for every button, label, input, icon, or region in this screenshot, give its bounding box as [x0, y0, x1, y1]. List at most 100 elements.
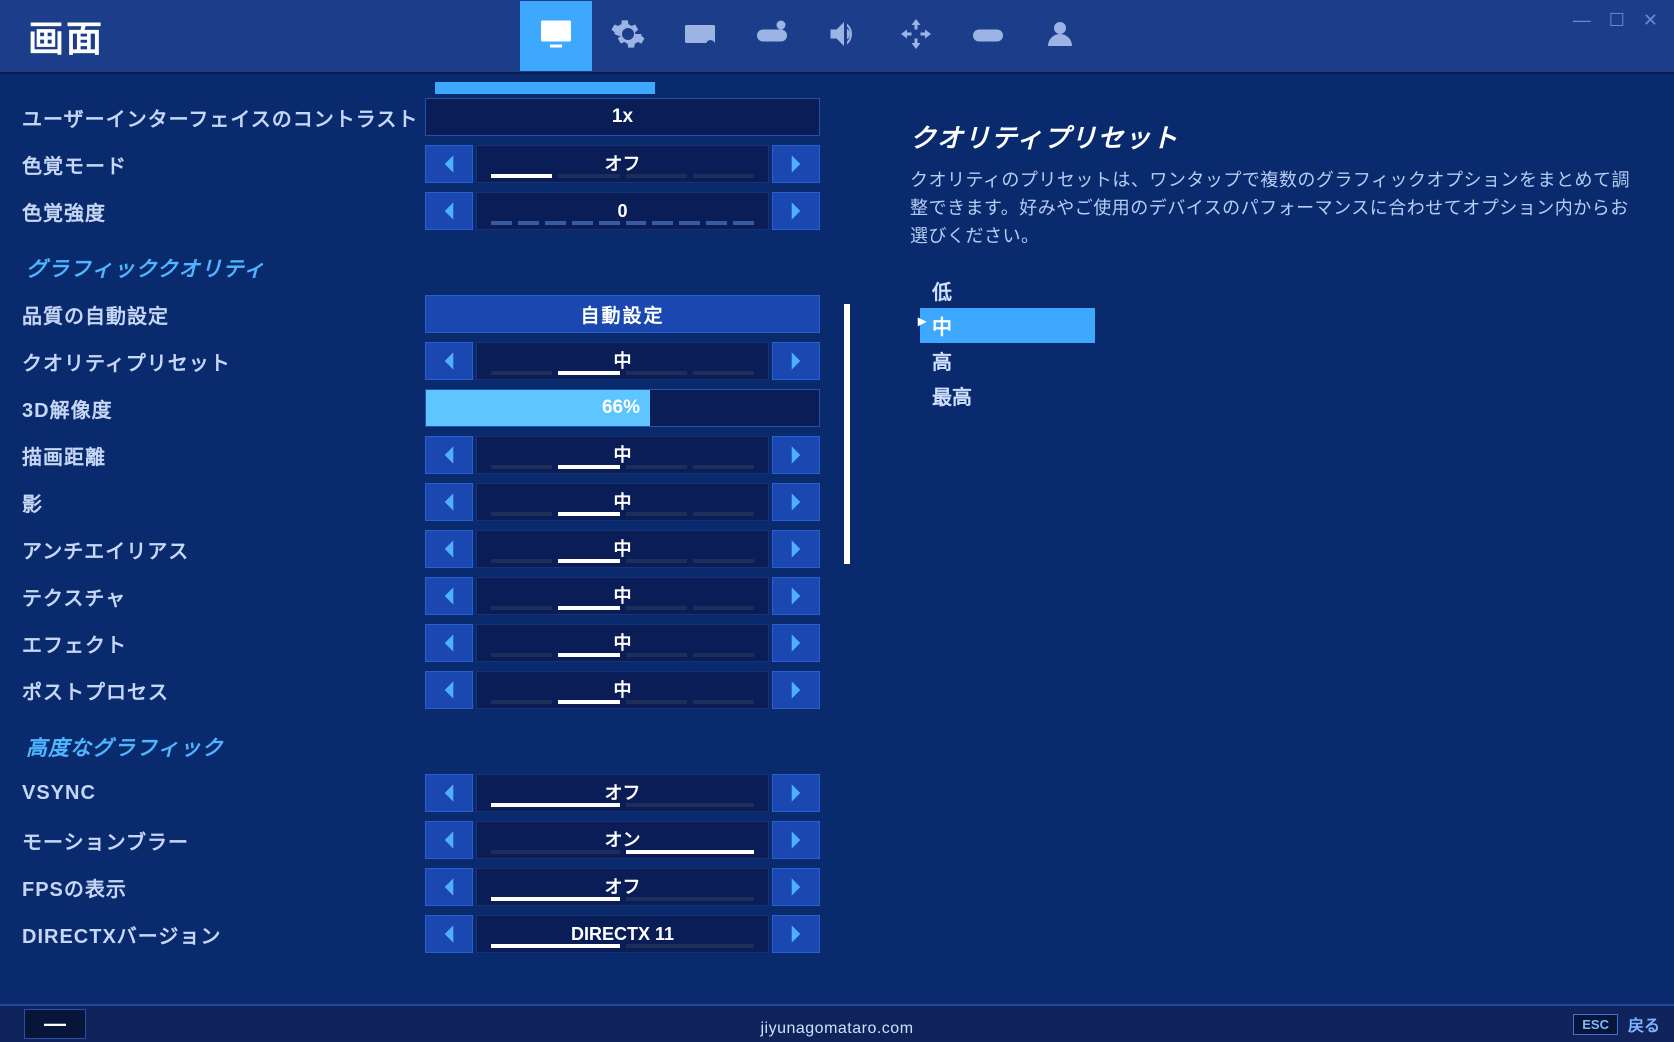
next-quality-preset[interactable]: [772, 342, 820, 380]
value-box-shadows[interactable]: 中: [476, 483, 769, 521]
value-box-vsync[interactable]: オフ: [476, 774, 769, 812]
maximize-button[interactable]: ☐: [1609, 10, 1625, 31]
label-color-mode: 色覚モード: [10, 150, 425, 179]
tab-controller[interactable]: [952, 1, 1024, 71]
label-anti-aliasing: アンチエイリアス: [10, 535, 425, 564]
window-controls: — ☐ ✕: [1557, 0, 1674, 41]
close-button[interactable]: ✕: [1643, 10, 1658, 31]
controller-gear-icon: [754, 16, 790, 57]
label-directx: DIRECTXバージョン: [10, 920, 425, 949]
prev-anti-aliasing[interactable]: [425, 530, 473, 568]
prev-color-mode[interactable]: [425, 145, 473, 183]
settings-tabs: [520, 1, 1096, 71]
row-motion-blur: モーションブラー オン: [10, 819, 842, 861]
tab-accessibility[interactable]: [880, 1, 952, 71]
prev-vsync[interactable]: [425, 774, 473, 812]
label-color-strength: 色覚強度: [10, 197, 425, 226]
value-box-textures[interactable]: 中: [476, 577, 769, 615]
row-textures: テクスチャ 中: [10, 575, 842, 617]
next-anti-aliasing[interactable]: [772, 530, 820, 568]
tab-keyboard-mouse[interactable]: [664, 1, 736, 71]
row-fps-display: FPSの表示 オフ: [10, 866, 842, 908]
row-3d-resolution: 3D解像度 66%: [10, 387, 842, 429]
value-box-color-strength[interactable]: 0: [476, 192, 769, 230]
label-ui-contrast: ユーザーインターフェイスのコントラスト: [10, 103, 425, 132]
value-box-color-mode[interactable]: オフ: [476, 145, 769, 183]
button-auto-set[interactable]: 自動設定: [425, 295, 820, 333]
label-3d-resolution: 3D解像度: [10, 394, 425, 423]
next-color-mode[interactable]: [772, 145, 820, 183]
footer-back[interactable]: ESC 戻る: [1573, 1012, 1660, 1036]
preset-option-list: 低 中 高 最高: [910, 273, 1644, 413]
value-box-directx[interactable]: DIRECTX 11: [476, 915, 769, 953]
next-post-process[interactable]: [772, 671, 820, 709]
next-directx[interactable]: [772, 915, 820, 953]
prev-view-distance[interactable]: [425, 436, 473, 474]
back-label: 戻る: [1628, 1012, 1660, 1036]
scrollbar[interactable]: [844, 84, 850, 1000]
value-box-quality-preset[interactable]: 中: [476, 342, 769, 380]
esc-key-hint: ESC: [1573, 1014, 1618, 1035]
tab-audio[interactable]: [808, 1, 880, 71]
cycle-color-mode: オフ: [425, 145, 820, 183]
prev-textures[interactable]: [425, 577, 473, 615]
value-box-effects[interactable]: 中: [476, 624, 769, 662]
next-shadows[interactable]: [772, 483, 820, 521]
settings-pane: ユーザーインターフェイスのコントラスト 1x 色覚モード オフ: [0, 74, 850, 1004]
prev-directx[interactable]: [425, 915, 473, 953]
prev-effects[interactable]: [425, 624, 473, 662]
next-color-strength[interactable]: [772, 192, 820, 230]
row-directx: DIRECTXバージョン DIRECTX 11: [10, 913, 842, 955]
value-box-anti-aliasing[interactable]: 中: [476, 530, 769, 568]
prev-shadows[interactable]: [425, 483, 473, 521]
cycle-anti-aliasing: 中: [425, 530, 820, 568]
footer-indicator[interactable]: —: [24, 1009, 86, 1039]
preset-option-epic[interactable]: 最高: [920, 378, 1095, 413]
user-icon: [1042, 16, 1078, 57]
cycle-textures: 中: [425, 577, 820, 615]
prev-fps-display[interactable]: [425, 868, 473, 906]
row-post-process: ポストプロセス 中: [10, 669, 842, 711]
prev-color-strength[interactable]: [425, 192, 473, 230]
next-effects[interactable]: [772, 624, 820, 662]
value-box-view-distance[interactable]: 中: [476, 436, 769, 474]
cycle-fps-display: オフ: [425, 868, 820, 906]
main-content: ユーザーインターフェイスのコントラスト 1x 色覚モード オフ: [0, 74, 1674, 1004]
gamepad-icon: [970, 16, 1006, 57]
value-box-fps-display[interactable]: オフ: [476, 868, 769, 906]
brightness-slider-partial[interactable]: [435, 82, 830, 94]
prev-motion-blur[interactable]: [425, 821, 473, 859]
label-motion-blur: モーションブラー: [10, 826, 425, 855]
next-view-distance[interactable]: [772, 436, 820, 474]
cycle-shadows: 中: [425, 483, 820, 521]
cycle-view-distance: 中: [425, 436, 820, 474]
prev-post-process[interactable]: [425, 671, 473, 709]
header-bar: 画面: [0, 0, 1674, 74]
label-quality-preset: クオリティプリセット: [10, 347, 425, 376]
info-title: クオリティプリセット: [910, 118, 1644, 155]
prev-quality-preset[interactable]: [425, 342, 473, 380]
monitor-icon: [538, 16, 574, 57]
preset-option-medium[interactable]: 中: [920, 308, 1095, 343]
row-anti-aliasing: アンチエイリアス 中: [10, 528, 842, 570]
next-vsync[interactable]: [772, 774, 820, 812]
row-quality-preset: クオリティプリセット 中: [10, 340, 842, 382]
tab-account[interactable]: [1024, 1, 1096, 71]
tab-controller-settings[interactable]: [736, 1, 808, 71]
slider-3d-resolution[interactable]: 66%: [425, 389, 820, 427]
scrollbar-thumb[interactable]: [844, 304, 850, 564]
value-box-post-process[interactable]: 中: [476, 671, 769, 709]
cycle-effects: 中: [425, 624, 820, 662]
preset-option-low[interactable]: 低: [920, 273, 1095, 308]
next-motion-blur[interactable]: [772, 821, 820, 859]
next-fps-display[interactable]: [772, 868, 820, 906]
row-auto-quality: 品質の自動設定 自動設定: [10, 293, 842, 335]
minimize-button[interactable]: —: [1573, 10, 1591, 31]
next-textures[interactable]: [772, 577, 820, 615]
slider-ui-contrast[interactable]: 1x: [425, 98, 820, 136]
tab-display[interactable]: [520, 1, 592, 71]
cycle-vsync: オフ: [425, 774, 820, 812]
value-box-motion-blur[interactable]: オン: [476, 821, 769, 859]
tab-game[interactable]: [592, 1, 664, 71]
preset-option-high[interactable]: 高: [920, 343, 1095, 378]
